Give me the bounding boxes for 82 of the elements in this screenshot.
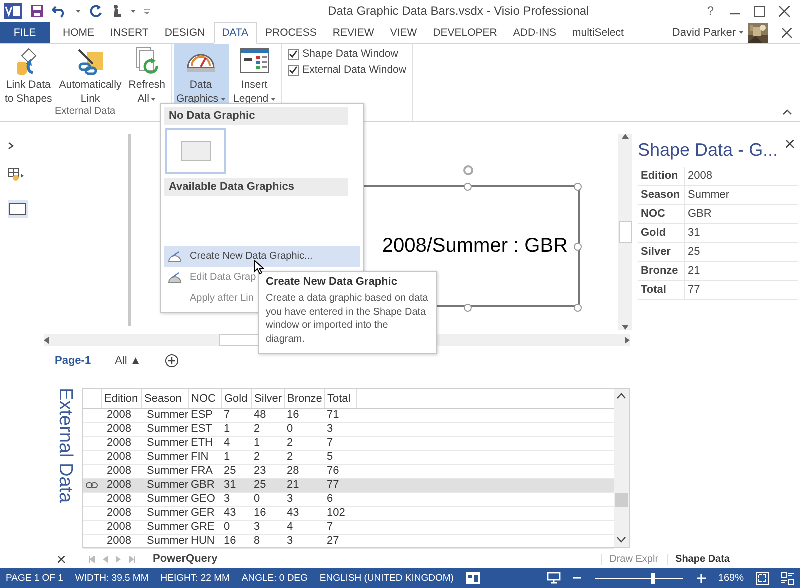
table-cell: 3: [284, 534, 324, 548]
status-text: ANGLE: 0 DEG: [242, 572, 308, 584]
table-cell: 7: [324, 520, 356, 534]
table-cell: 43: [221, 506, 251, 520]
table-cell: 43: [284, 506, 324, 520]
table-cell: 1: [221, 450, 251, 464]
table-cell: 1: [251, 436, 284, 450]
table-cell: 21: [284, 478, 324, 492]
table-cell: GEO: [188, 492, 221, 506]
shape-text: 2008/Summer : GBR: [382, 234, 568, 258]
table-cell: 3: [324, 422, 356, 436]
table-cell: 102: [324, 506, 356, 520]
table-cell: 16: [221, 534, 251, 548]
menu-heading: No Data Graphic: [164, 107, 348, 125]
table-cell: Summer: [141, 450, 188, 464]
table-cell: HUN: [188, 534, 221, 548]
table-cell: Summer: [141, 520, 188, 534]
table-cell: ETH: [188, 436, 221, 450]
table-cell: Summer: [141, 534, 188, 548]
table-cell: 0: [221, 520, 251, 534]
table-cell: Summer: [141, 422, 188, 436]
table-cell: Summer: [141, 492, 188, 506]
status-text: HEIGHT: 22 MM: [160, 572, 230, 584]
table-cell: 5: [324, 450, 356, 464]
group-label: External Data: [54, 106, 117, 119]
table-cell: 31: [221, 478, 251, 492]
table-cell: FIN: [188, 450, 221, 464]
table-cell: 2008: [101, 492, 141, 506]
table-cell: 3: [221, 492, 251, 506]
table-cell: 2008: [101, 506, 141, 520]
table-cell: 2: [284, 436, 324, 450]
table-cell: 0: [251, 492, 284, 506]
property-label: Edition: [638, 167, 684, 186]
table-cell: 2008: [101, 534, 141, 548]
table-cell: ESP: [188, 408, 221, 422]
property-label: Total: [638, 280, 684, 300]
table-cell: EST: [188, 422, 221, 436]
table-cell: 2008: [101, 520, 141, 534]
status-text: PAGE 1 OF 1: [6, 572, 64, 584]
table-cell: 77: [324, 478, 356, 492]
table-cell: 16: [251, 506, 284, 520]
table-cell: 0: [284, 422, 324, 436]
table-cell: 48: [251, 408, 284, 422]
status-text: ENGLISH (UNITED KINGDOM): [320, 572, 454, 584]
table-cell: Summer: [141, 408, 188, 422]
table-cell: 2008: [101, 422, 141, 436]
table-cell: 1: [221, 422, 251, 436]
table-cell: GRE: [188, 520, 221, 534]
table-cell: 71: [324, 408, 356, 422]
property-label: Bronze: [638, 262, 684, 280]
table-cell: 2008: [101, 408, 141, 422]
menu-heading: Available Data Graphics: [164, 178, 348, 196]
property-label: Gold: [638, 224, 684, 242]
property-label: Season: [638, 186, 684, 204]
table-cell: 25: [251, 478, 284, 492]
table-cell: 7: [221, 408, 251, 422]
table-cell: 2: [251, 422, 284, 436]
table-cell: Summer: [141, 436, 188, 450]
table-cell: 8: [251, 534, 284, 548]
property-label: Silver: [638, 242, 684, 262]
table-cell: 2: [284, 450, 324, 464]
table-cell: Summer: [141, 506, 188, 520]
table-cell: 2008: [101, 450, 141, 464]
table-cell: 2008: [101, 436, 141, 450]
property-label: NOC: [638, 204, 684, 224]
table-cell: GBR: [188, 478, 221, 492]
panel-title: Shape Data - G...: [638, 140, 778, 161]
table-cell: 3: [284, 492, 324, 506]
table-cell: 4: [284, 520, 324, 534]
table-cell: 7: [324, 436, 356, 450]
table-cell: 4: [221, 436, 251, 450]
table-cell: 27: [324, 534, 356, 548]
table-cell: Summer: [141, 478, 188, 492]
table-cell: GER: [188, 506, 221, 520]
table-cell: 2: [251, 450, 284, 464]
panel-title: External Data: [54, 388, 76, 506]
table-cell: 2008: [101, 478, 141, 492]
table-cell: 16: [284, 408, 324, 422]
table-cell: 3: [251, 520, 284, 534]
window-title: Data Graphic Data Bars.vsdx - Visio Professional: [327, 4, 590, 18]
status-text: WIDTH: 39.5 MM: [75, 572, 149, 584]
table-cell: 6: [324, 492, 356, 506]
